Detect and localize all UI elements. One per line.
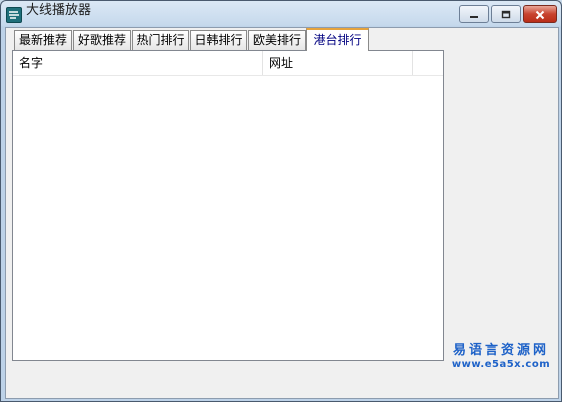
tab-jp-kr-ranking[interactable]: 日韩排行 [190, 30, 247, 50]
column-header-name[interactable]: 名字 [13, 51, 263, 75]
app-window: 大线播放器 最新推荐 好歌推荐 热门排行 日韩排行 欧美排行 港台排行 名字 网… [0, 0, 562, 402]
tab-good-songs[interactable]: 好歌推荐 [73, 30, 131, 50]
song-list[interactable]: 名字 网址 [12, 50, 444, 361]
watermark-name: 易语言资源网 [452, 343, 549, 358]
tab-hot-ranking[interactable]: 热门排行 [132, 30, 189, 50]
tab-hk-tw-ranking[interactable]: 港台排行 [306, 28, 369, 51]
window-title: 大线播放器 [26, 3, 92, 18]
close-icon [534, 5, 546, 24]
app-logo-icon [6, 7, 22, 23]
minimize-icon [468, 5, 480, 24]
watermark-url: www.e5a5x.com [451, 359, 551, 370]
minimize-button[interactable] [459, 5, 489, 23]
list-header: 名字 网址 [13, 51, 443, 76]
maximize-button[interactable] [491, 5, 521, 23]
maximize-icon [500, 5, 512, 24]
watermark: 易语言资源网 www.e5a5x.com [446, 344, 556, 370]
tab-latest-recommend[interactable]: 最新推荐 [14, 30, 72, 50]
column-header-url[interactable]: 网址 [263, 51, 413, 75]
close-button[interactable] [523, 5, 557, 23]
title-bar[interactable]: 大线播放器 [1, 1, 561, 27]
tab-western-ranking[interactable]: 欧美排行 [248, 30, 306, 50]
